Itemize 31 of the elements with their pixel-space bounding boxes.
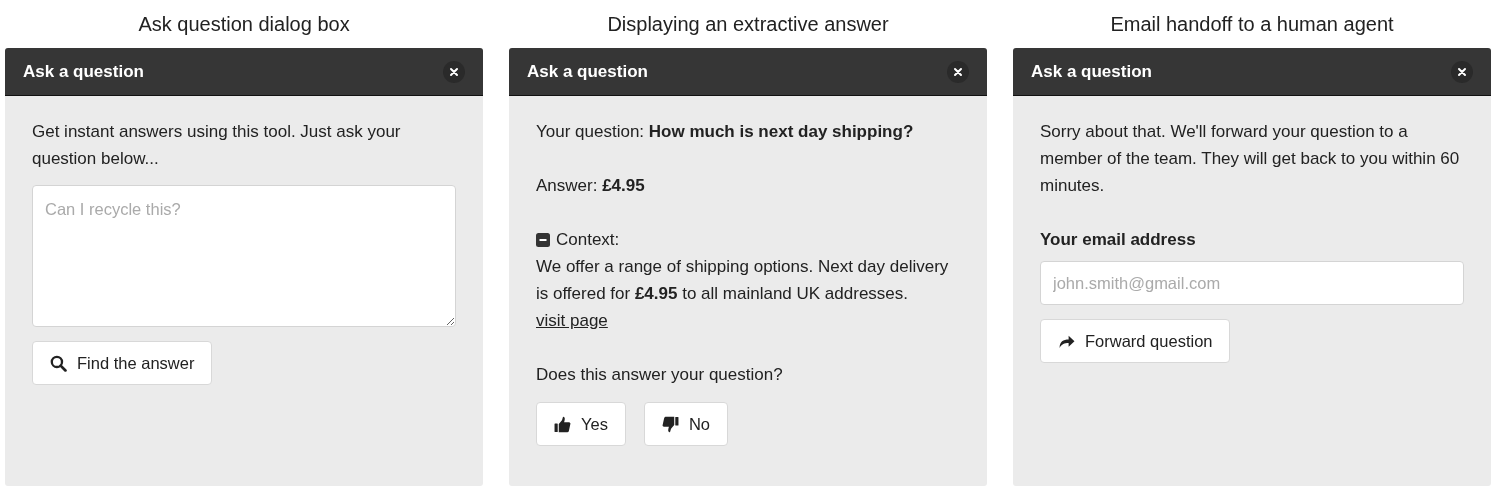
close-button[interactable] [947, 60, 969, 83]
feedback-prompt: Does this answer your question? [536, 364, 784, 386]
visit-page-link[interactable]: visit page [536, 311, 608, 330]
yes-button[interactable]: Yes [536, 402, 626, 446]
question-field[interactable]: Can I recycle this? [32, 185, 456, 327]
search-icon [50, 354, 67, 372]
close-button[interactable] [1451, 60, 1473, 83]
answer-text: Answer: £4.95 [536, 175, 646, 197]
collapse-icon[interactable] [536, 232, 550, 247]
dialog-title: Ask a question [527, 61, 648, 82]
email-label: Your email address [1040, 229, 1197, 251]
dialog-title: Ask a question [1031, 61, 1152, 82]
thumbs-up-icon [554, 415, 571, 433]
context-label: Context: [556, 229, 620, 251]
close-icon [1457, 66, 1467, 77]
dialog-title: Ask a question [23, 61, 144, 82]
close-icon [449, 66, 459, 77]
forward-button[interactable]: Forward question [1040, 319, 1231, 363]
close-button[interactable] [443, 60, 465, 83]
no-button[interactable]: No [643, 402, 728, 446]
thumbs-down-icon [661, 415, 679, 433]
figure-caption: Displaying an extractive answer [606, 12, 890, 37]
find-answer-button[interactable]: Find the answer [32, 341, 213, 385]
figure-caption: Ask question dialog box [137, 12, 351, 37]
question-text: Your question: How much is next day shipping? [536, 121, 915, 143]
close-icon [953, 66, 963, 77]
email-field[interactable]: john.smith@gmail.com [1040, 261, 1464, 305]
figure-caption: Email handoff to a human agent [1109, 12, 1395, 37]
context-text: We offer a range of shipping options. Next day delivery is offered for £4.95 to all mainland UK addresses. visit page [536, 256, 950, 332]
intro-text: Get instant answers using this tool. Just ask your question below... [32, 121, 402, 170]
handoff-message: Sorry about that. We'll forward your question to a member of the team. They will get back to you within 60 minutes. [1040, 121, 1461, 197]
